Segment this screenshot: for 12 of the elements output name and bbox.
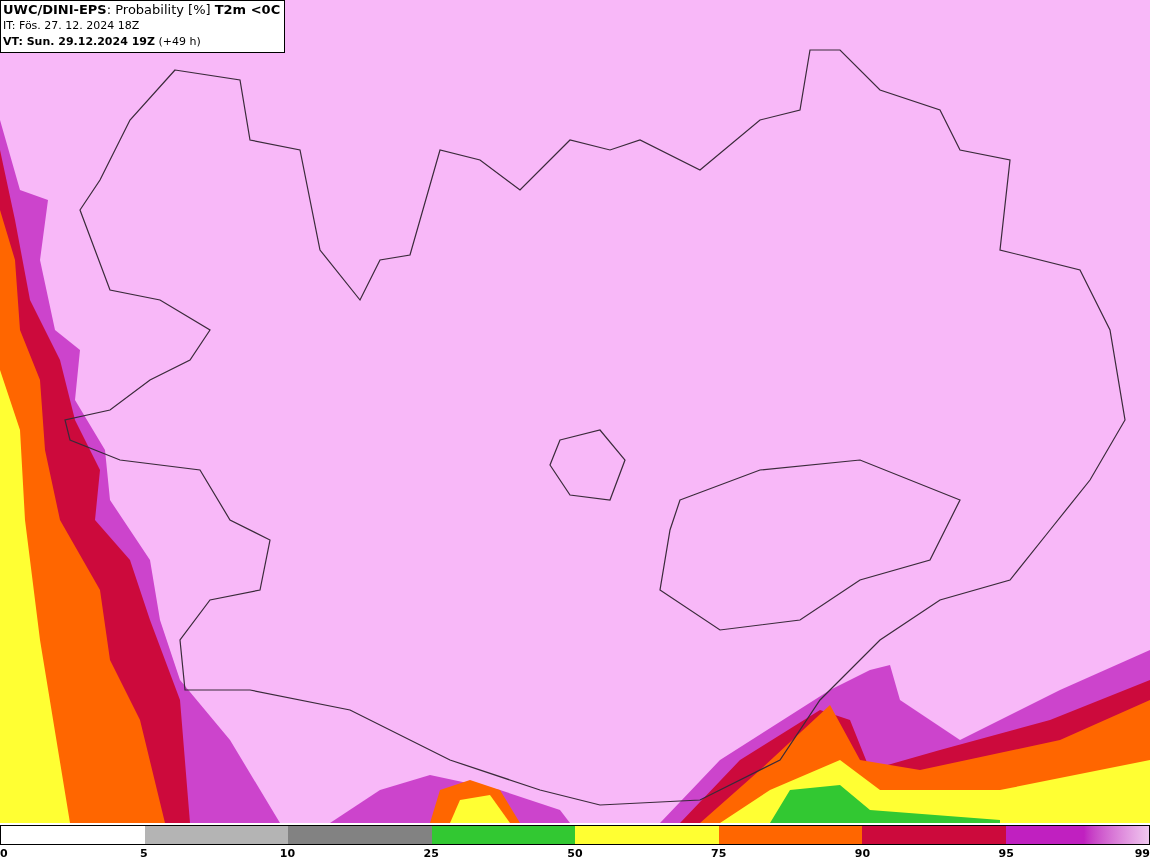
legend-label: 50 [567, 846, 583, 862]
legend-label: 10 [279, 846, 296, 862]
init-time: IT: Fös. 27. 12. 2024 18Z [3, 18, 141, 34]
legend-label: 0 [0, 846, 8, 862]
valid-time: VT: Sun. 29.12.2024 19Z (+49 h) [3, 34, 202, 50]
legend-label: 5 [139, 846, 148, 862]
legend-label: 25 [423, 846, 439, 862]
map-title: UWC/DINI-EPS: Probability [%] T2m <0C [3, 2, 281, 18]
legend-label: 90 [854, 846, 871, 862]
legend-label: 75 [711, 846, 727, 862]
legend-label: 95 [998, 846, 1014, 862]
legend-label: 99 [1134, 846, 1150, 862]
